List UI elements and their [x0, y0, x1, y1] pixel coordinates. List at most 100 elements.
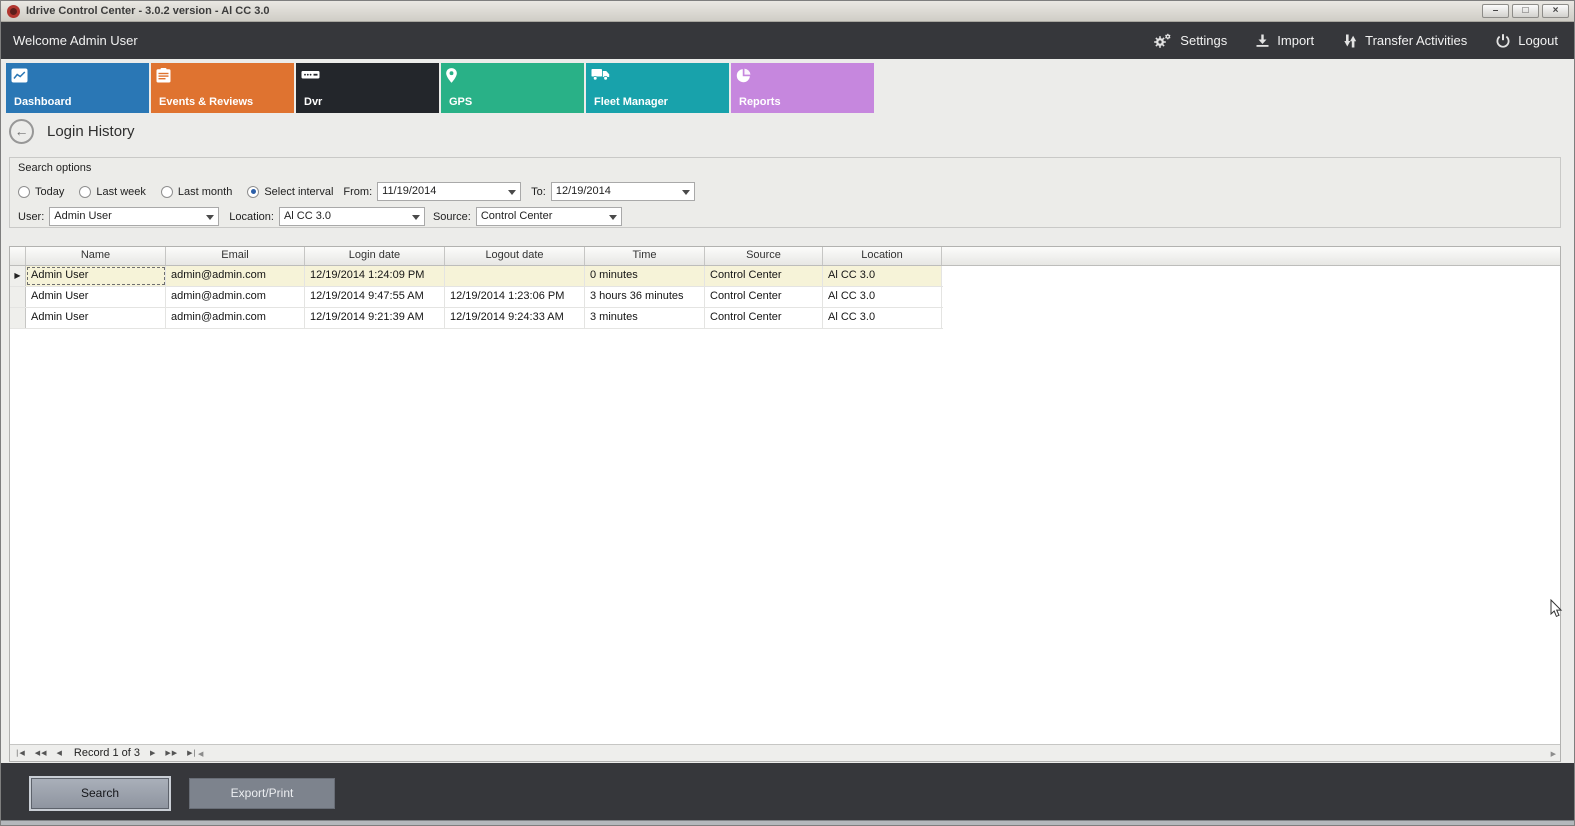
- search-options-label: Search options: [18, 162, 1552, 174]
- search-options-panel: Search options Today Last week Last mont…: [9, 157, 1561, 228]
- col-header-logout-date[interactable]: Logout date: [445, 247, 585, 265]
- cell-name: Admin User: [26, 308, 166, 328]
- cell-logout-date: 12/19/2014 9:24:33 AM: [445, 308, 585, 328]
- to-label: To:: [531, 186, 546, 198]
- pager-fast-next-icon[interactable]: ▶▶: [165, 749, 178, 757]
- clipboard-icon: [156, 68, 171, 88]
- radio-select-interval[interactable]: Select interval: [247, 186, 333, 198]
- transfer-activities-label: Transfer Activities: [1365, 33, 1467, 48]
- pie-chart-icon: [736, 68, 751, 88]
- cell-name: Admin User: [26, 266, 166, 286]
- logout-label: Logout: [1518, 33, 1558, 48]
- col-header-filler: [942, 247, 1560, 265]
- truck-icon: [591, 68, 610, 86]
- tile-dashboard[interactable]: Dashboard: [6, 63, 149, 113]
- close-button[interactable]: ×: [1542, 4, 1569, 18]
- tile-dashboard-label: Dashboard: [14, 96, 71, 108]
- radio-last-week-label: Last week: [96, 186, 146, 198]
- tile-reports-label: Reports: [739, 96, 781, 108]
- cell-location: Al CC 3.0: [823, 308, 942, 328]
- tile-dvr[interactable]: Dvr: [296, 63, 439, 113]
- cell-source: Control Center: [705, 266, 823, 286]
- tile-fleet-manager[interactable]: Fleet Manager: [586, 63, 729, 113]
- radio-today[interactable]: Today: [18, 186, 64, 198]
- maximize-button[interactable]: □: [1512, 4, 1539, 18]
- power-icon: [1495, 33, 1511, 49]
- radio-last-week-icon: [79, 186, 91, 198]
- title-bar: Idrive Control Center - 3.0.2 version - …: [1, 1, 1574, 22]
- cell-time: 3 hours 36 minutes: [585, 287, 705, 307]
- search-button[interactable]: Search: [31, 778, 169, 809]
- radio-last-month[interactable]: Last month: [161, 186, 232, 198]
- pager-fast-prev-icon[interactable]: ◀◀: [35, 749, 48, 757]
- cell-email: admin@admin.com: [166, 308, 305, 328]
- col-header-email[interactable]: Email: [166, 247, 305, 265]
- user-combobox[interactable]: Admin User: [49, 207, 219, 226]
- pager-prev-icon[interactable]: ◀: [57, 749, 63, 757]
- cell-login-date: 12/19/2014 9:47:55 AM: [305, 287, 445, 307]
- location-combobox[interactable]: Al CC 3.0: [279, 207, 425, 226]
- radio-today-icon: [18, 186, 30, 198]
- radio-today-label: Today: [35, 186, 64, 198]
- source-combobox[interactable]: Control Center: [476, 207, 622, 226]
- pager-next-icon[interactable]: ▶: [150, 749, 156, 757]
- location-label: Location:: [229, 211, 274, 223]
- radio-last-month-label: Last month: [178, 186, 232, 198]
- import-button[interactable]: Import: [1255, 33, 1314, 48]
- cell-login-date: 12/19/2014 1:24:09 PM: [305, 266, 445, 286]
- scroll-left-icon[interactable]: ◀: [198, 750, 203, 758]
- tile-events-reviews-label: Events & Reviews: [159, 96, 253, 108]
- topbar-actions: Settings Import Transfer Activities: [1153, 32, 1574, 49]
- transfer-arrows-icon: [1342, 33, 1358, 49]
- cell-logout-date: 12/19/2014 1:23:06 PM: [445, 287, 585, 307]
- user-label: User:: [18, 211, 44, 223]
- pager-last-icon[interactable]: ▶|: [187, 749, 197, 757]
- gears-icon: [1153, 32, 1173, 49]
- to-date-combobox[interactable]: 12/19/2014: [551, 182, 695, 201]
- cell-email: admin@admin.com: [166, 287, 305, 307]
- radio-last-week[interactable]: Last week: [79, 186, 146, 198]
- logout-button[interactable]: Logout: [1495, 33, 1558, 49]
- radio-select-interval-label: Select interval: [264, 186, 333, 198]
- export-print-button[interactable]: Export/Print: [189, 778, 335, 809]
- cell-location: Al CC 3.0: [823, 287, 942, 307]
- col-header-login-date[interactable]: Login date: [305, 247, 445, 265]
- cell-login-date: 12/19/2014 9:21:39 AM: [305, 308, 445, 328]
- row-indicator-cell: [10, 308, 26, 328]
- col-header-time[interactable]: Time: [585, 247, 705, 265]
- tile-gps[interactable]: GPS: [441, 63, 584, 113]
- col-header-name[interactable]: Name: [26, 247, 166, 265]
- dvr-box-icon: [301, 68, 320, 86]
- from-label: From:: [343, 186, 372, 198]
- cell-email: admin@admin.com: [166, 266, 305, 286]
- table-row[interactable]: Admin User admin@admin.com 12/19/2014 9:…: [10, 308, 943, 329]
- tile-reports[interactable]: Reports: [731, 63, 874, 113]
- app-window: Idrive Control Center - 3.0.2 version - …: [0, 0, 1575, 826]
- settings-button[interactable]: Settings: [1153, 32, 1227, 49]
- grid-pager: |◀ ◀◀ ◀ Record 1 of 3 ▶ ▶▶ ▶| ◀ ▶: [10, 744, 1560, 761]
- minimize-button[interactable]: –: [1482, 4, 1509, 18]
- import-icon: [1255, 33, 1270, 48]
- top-bar: Welcome Admin User: [1, 22, 1574, 59]
- mouse-cursor: [1550, 599, 1563, 623]
- table-row[interactable]: Admin User admin@admin.com 12/19/2014 9:…: [10, 287, 943, 308]
- tile-fleet-manager-label: Fleet Manager: [594, 96, 668, 108]
- horizontal-scrollbar[interactable]: ◀ ▶: [198, 747, 1556, 760]
- from-date-combobox[interactable]: 11/19/2014: [377, 182, 521, 201]
- back-button[interactable]: ←: [9, 119, 34, 144]
- tile-events-reviews[interactable]: Events & Reviews: [151, 63, 294, 113]
- grid-header: Name Email Login date Logout date Time S…: [10, 247, 1560, 266]
- scroll-right-icon[interactable]: ▶: [1551, 750, 1556, 758]
- col-header-source[interactable]: Source: [705, 247, 823, 265]
- transfer-activities-button[interactable]: Transfer Activities: [1342, 33, 1467, 49]
- tile-dvr-label: Dvr: [304, 96, 322, 108]
- cell-source: Control Center: [705, 287, 823, 307]
- table-row[interactable]: ▶ Admin User admin@admin.com 12/19/2014 …: [10, 266, 943, 287]
- page-header: ← Login History: [9, 119, 135, 144]
- login-history-grid: Name Email Login date Logout date Time S…: [9, 246, 1561, 762]
- col-header-location[interactable]: Location: [823, 247, 942, 265]
- cell-name: Admin User: [26, 287, 166, 307]
- cell-time: 0 minutes: [585, 266, 705, 286]
- welcome-text: Welcome Admin User: [1, 33, 138, 48]
- pager-first-icon[interactable]: |◀: [16, 749, 26, 757]
